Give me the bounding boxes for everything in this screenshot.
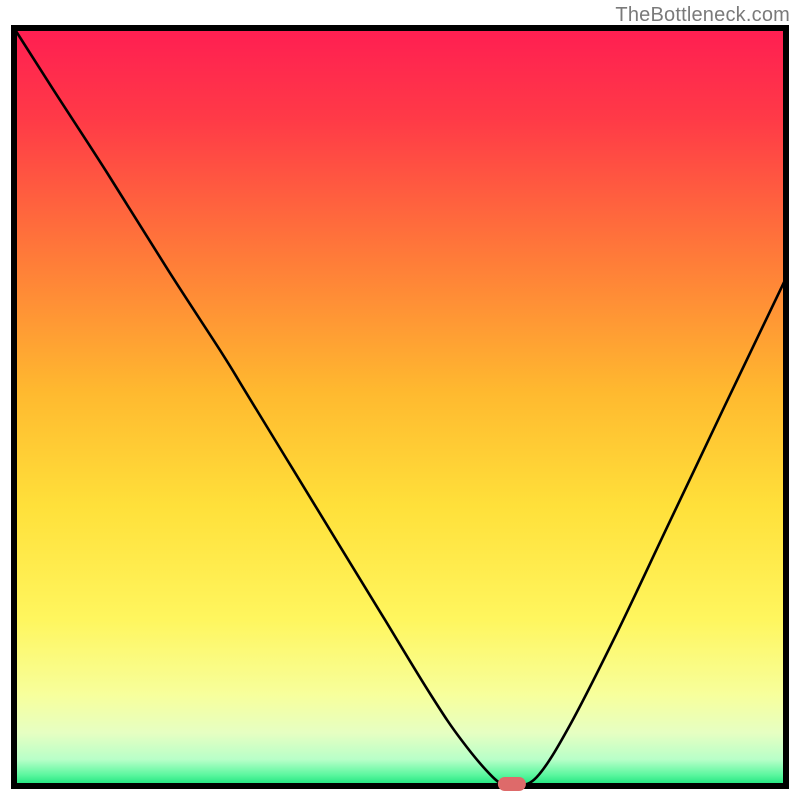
plot-background bbox=[14, 28, 786, 786]
bottleneck-chart bbox=[0, 0, 800, 800]
optimal-point-marker bbox=[498, 777, 526, 791]
chart-container: TheBottleneck.com bbox=[0, 0, 800, 800]
plot-area bbox=[14, 28, 786, 791]
